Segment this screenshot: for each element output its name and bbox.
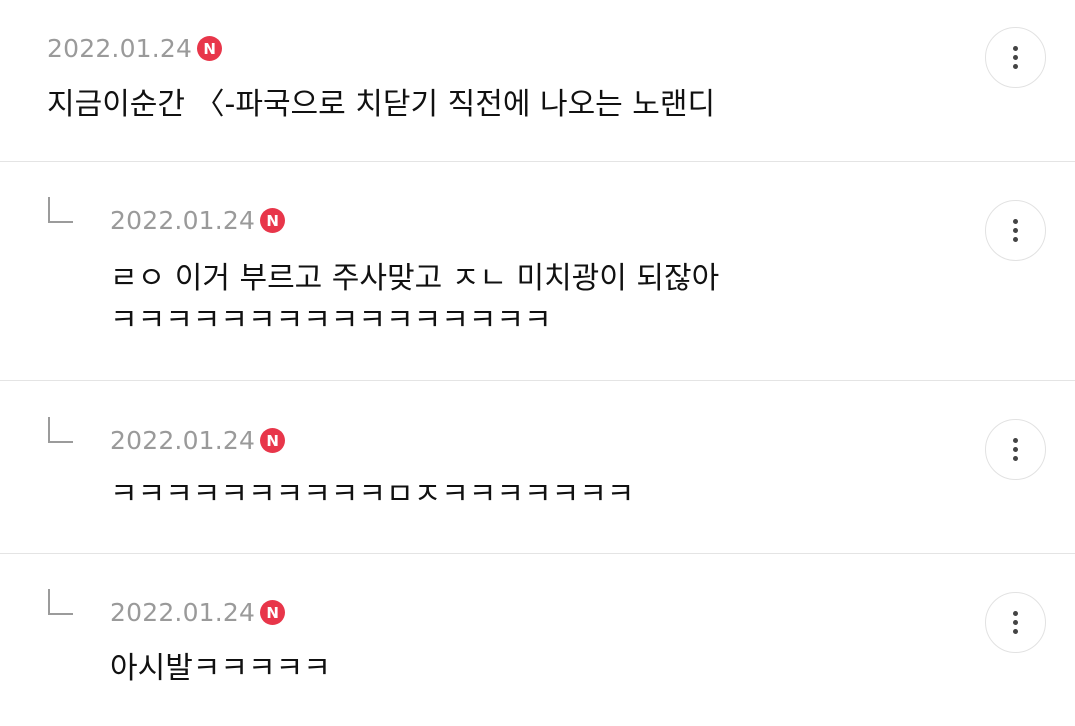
new-badge: N <box>197 36 223 61</box>
comment-text: ㄹㅇ 이거 부르고 주사맞고 ㅈㄴ 미치광이 되잖아 ㅋㅋㅋㅋㅋㅋㅋㅋㅋㅋㅋㅋㅋ… <box>110 261 720 338</box>
more-vertical-icon <box>1013 219 1018 224</box>
more-vertical-icon-dot <box>1013 237 1018 242</box>
comment-meta: 2022.01.24 N <box>110 597 286 627</box>
more-vertical-icon-dot <box>1013 228 1018 233</box>
more-vertical-icon <box>1013 611 1018 616</box>
reply-item: 2022.01.24 N ㄹㅇ 이거 부르고 주사맞고 ㅈㄴ 미치광이 되잖아 … <box>0 162 1075 380</box>
reply-arrow-icon <box>48 417 73 443</box>
comment-date: 2022.01.24 <box>110 597 256 627</box>
more-vertical-icon <box>1013 438 1018 443</box>
more-vertical-icon-dot <box>1013 620 1018 625</box>
reply-item: 2022.01.24 N ㅋㅋㅋㅋㅋㅋㅋㅋㅋㅋㅁㅈㅋㅋㅋㅋㅋㅋㅋ <box>0 381 1075 553</box>
comment-date: 2022.01.24 <box>110 425 256 455</box>
comment-meta: 2022.01.24 N <box>47 33 223 63</box>
more-vertical-icon-dot <box>1013 447 1018 452</box>
reply-arrow-icon <box>48 589 73 615</box>
more-vertical-icon-dot <box>1013 629 1018 634</box>
more-options-button[interactable] <box>985 419 1046 480</box>
comment-meta: 2022.01.24 N <box>110 425 286 455</box>
comment-text: ㅋㅋㅋㅋㅋㅋㅋㅋㅋㅋㅁㅈㅋㅋㅋㅋㅋㅋㅋ <box>110 477 635 512</box>
more-vertical-icon-dot <box>1013 64 1018 69</box>
comment-date: 2022.01.24 <box>110 205 256 235</box>
more-options-button[interactable] <box>985 592 1046 653</box>
reply-item: 2022.01.24 N 아시발ㅋㅋㅋㅋㅋ <box>0 554 1075 726</box>
new-badge: N <box>260 600 286 625</box>
reply-arrow-icon <box>48 197 73 223</box>
comment-item: 2022.01.24 N 지금이순간 〈-파국으로 치닫기 직전에 나오는 노랜… <box>0 0 1075 161</box>
more-options-button[interactable] <box>985 200 1046 261</box>
comment-date: 2022.01.24 <box>47 33 193 63</box>
more-vertical-icon <box>1013 46 1018 51</box>
comment-text: 지금이순간 〈-파국으로 치닫기 직전에 나오는 노랜디 <box>47 87 716 122</box>
comment-meta: 2022.01.24 N <box>110 205 286 235</box>
new-badge: N <box>260 428 286 453</box>
more-vertical-icon-dot <box>1013 55 1018 60</box>
new-badge: N <box>260 208 286 233</box>
comment-text: 아시발ㅋㅋㅋㅋㅋ <box>110 651 331 686</box>
comment-list: 2022.01.24 N 지금이순간 〈-파국으로 치닫기 직전에 나오는 노랜… <box>0 0 1075 726</box>
more-options-button[interactable] <box>985 27 1046 88</box>
more-vertical-icon-dot <box>1013 456 1018 461</box>
